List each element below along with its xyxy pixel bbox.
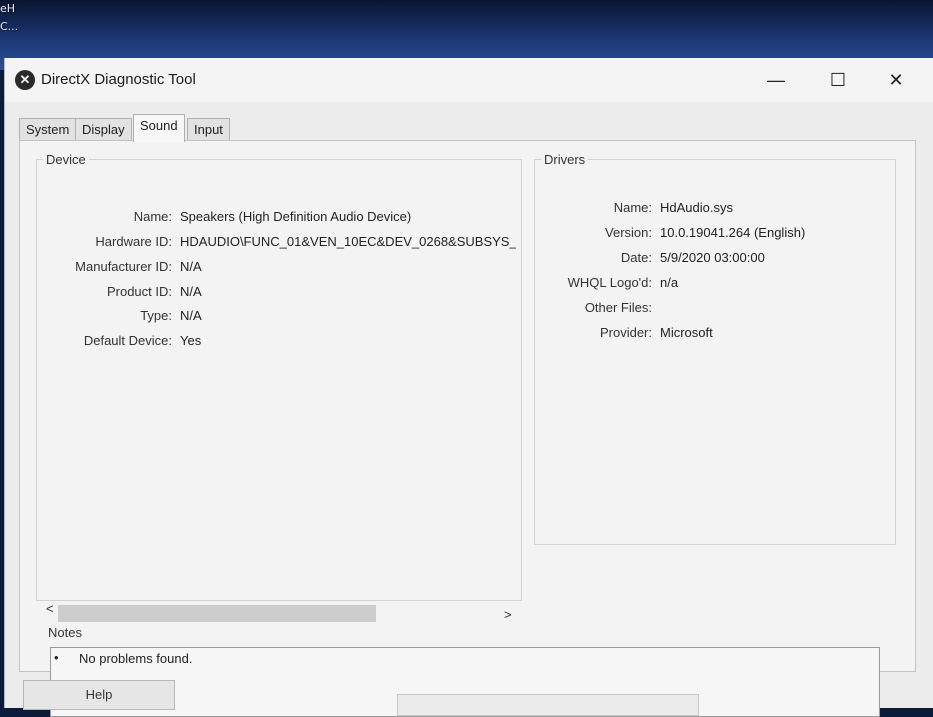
title-bar[interactable]: ✕ DirectX Diagnostic Tool — ☐ ✕ [5,58,933,102]
tab-sound[interactable]: Sound [133,114,185,142]
sound-tab-panel: Device Name: Speakers (High Definition A… [19,140,916,717]
drivers-group: Drivers [534,152,896,545]
field-label: Hardware ID: [95,234,172,249]
field-label: Manufacturer ID: [75,259,172,274]
product-id-value: N/A [180,284,202,299]
drivers-group-label: Drivers [541,152,589,167]
hardware-id-value: HDAUDIO\FUNC_01&VEN_10EC&DEV_0268&SUBSYS… [180,234,516,249]
minimize-button[interactable]: — [753,64,799,96]
window-title: DirectX Diagnostic Tool [41,71,196,88]
tab-system[interactable]: System [19,118,77,141]
desktop-icon-label[interactable]: eH [0,2,15,15]
field-label: Version: [605,225,652,240]
whql-value: n/a [660,275,679,290]
notes-label: Notes [48,625,82,640]
manufacturer-id-value: N/A [180,259,202,274]
provider-value: Microsoft [660,325,713,340]
field-label: Date: [620,250,652,265]
tab-display[interactable]: Display [75,118,132,141]
dxdiag-window: ✕ DirectX Diagnostic Tool — ☐ ✕ System D… [4,58,933,717]
device-group-label: Device [43,152,89,167]
driver-version-value: 10.0.19041.264 (English) [660,225,806,240]
desktop-icon-label[interactable]: C... [0,20,18,33]
default-device-value: Yes [180,333,202,348]
bottom-button[interactable] [397,694,699,716]
field-label: Provider: [599,325,652,340]
directx-icon: ✕ [15,70,35,90]
maximize-button[interactable]: ☐ [815,64,861,96]
field-label: Default Device: [83,333,172,348]
scroll-right-arrow-icon[interactable]: > [504,607,512,622]
close-button[interactable]: ✕ [873,64,919,96]
type-value: N/A [180,308,202,323]
field-label: Name: [133,209,172,224]
scrollbar-thumb[interactable] [58,605,376,622]
field-label: WHQL Logo'd: [567,275,652,290]
scroll-left-arrow-icon[interactable]: < [46,601,54,616]
tab-input[interactable]: Input [187,118,230,141]
device-name-value: Speakers (High Definition Audio Device) [180,209,412,224]
field-label: Product ID: [106,284,172,299]
driver-name-value: HdAudio.sys [660,200,733,215]
field-label: Type: [140,308,172,323]
notes-text: No problems found. [79,651,193,666]
horizontal-scrollbar[interactable]: < > [40,601,518,622]
driver-date-value: 5/9/2020 03:00:00 [660,250,765,265]
device-group: Device [36,152,522,601]
help-button[interactable]: Help [23,680,175,710]
field-label: Other Files: [584,300,652,315]
field-label: Name: [613,200,652,215]
bullet-icon: • [54,650,59,665]
